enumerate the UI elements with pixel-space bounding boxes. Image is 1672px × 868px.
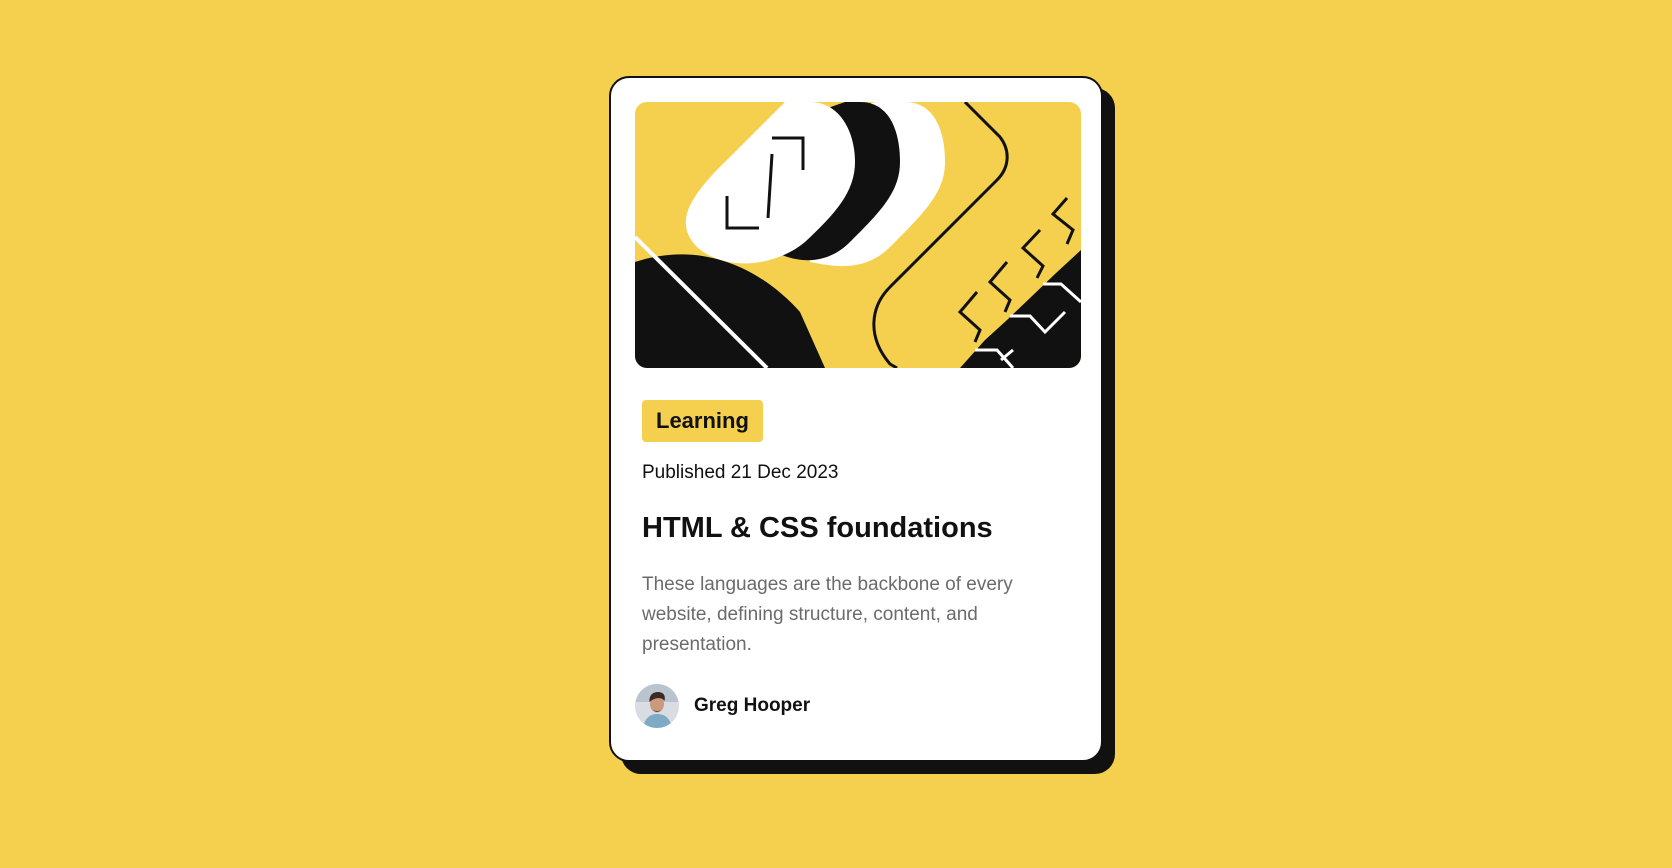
blog-preview-card: Learning Published 21 Dec 2023 HTML & CS…: [609, 76, 1103, 762]
illustration-image: [635, 102, 1081, 368]
card-description: These languages are the backbone of ever…: [642, 574, 1013, 655]
publish-date: Published 21 Dec 2023: [642, 462, 839, 483]
author-info: Greg Hooper: [635, 684, 810, 728]
card-title[interactable]: HTML & CSS foundations: [642, 512, 993, 545]
author-name: Greg Hooper: [694, 695, 811, 716]
category-tag: Learning: [642, 400, 763, 442]
avatar: [635, 684, 679, 728]
